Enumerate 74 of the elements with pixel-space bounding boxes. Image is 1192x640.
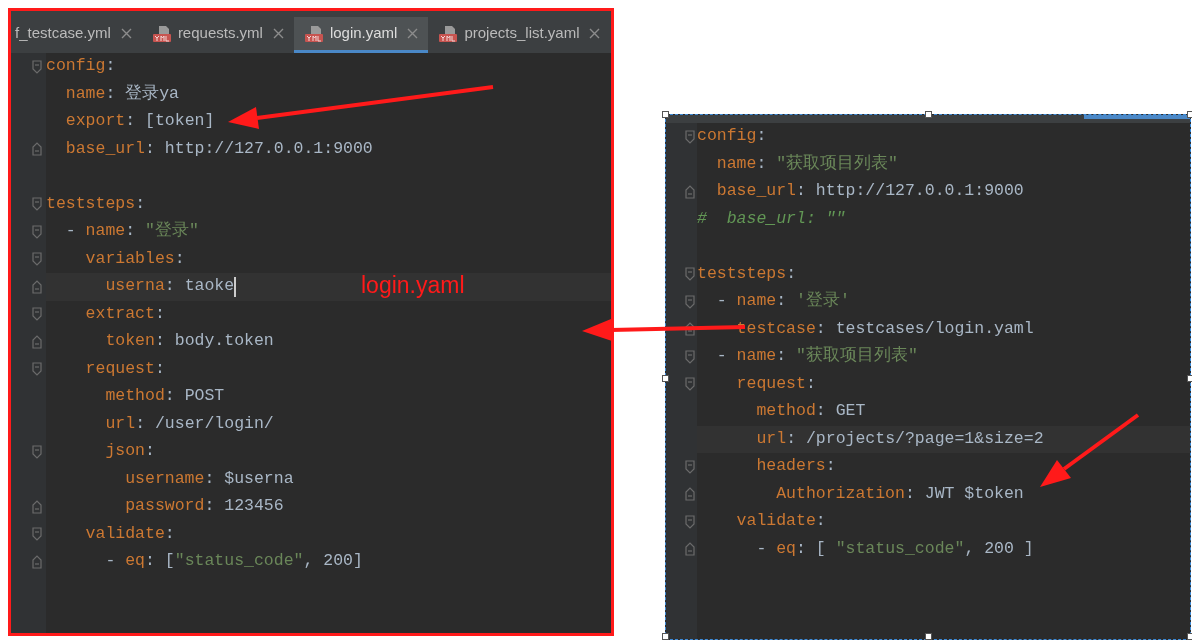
code-line: validate: (736, 510, 826, 533)
code-line: method: POST (105, 385, 225, 408)
code-line: token: body.token (105, 330, 274, 353)
fold-icon[interactable] (685, 459, 695, 474)
code-line: # base_url: "" (697, 207, 846, 230)
code-line: url: /user/login/ (105, 412, 274, 435)
fold-icon[interactable] (32, 362, 42, 377)
file-tab[interactable]: login.yaml (293, 17, 429, 53)
fold-icon[interactable] (685, 542, 695, 557)
file-tab[interactable]: requests.yml (141, 17, 294, 53)
code-line: request: (736, 372, 816, 395)
fold-icon[interactable] (32, 334, 42, 349)
code-line: variables: (85, 247, 185, 270)
code-line: extract: (85, 302, 165, 325)
code-line: username: $userna (125, 467, 294, 490)
code-line: name: 登录ya (65, 82, 180, 105)
selection-handle[interactable] (925, 633, 932, 640)
fold-icon[interactable] (32, 279, 42, 294)
annotation-label: login.yaml (361, 271, 465, 300)
selection-handle[interactable] (1187, 111, 1192, 118)
fold-icon[interactable] (32, 224, 42, 239)
code-line: - name: "获取项目列表" (716, 345, 918, 368)
code-line: Authorization: JWT $token (776, 482, 1024, 505)
code-line: request: (85, 357, 165, 380)
fold-icon[interactable] (685, 322, 695, 337)
code-line: userna: taoke (105, 275, 235, 298)
fold-icon[interactable] (32, 499, 42, 514)
code-line: teststeps: (46, 192, 146, 215)
code-line: base_url: http://127.0.0.1:9000 (716, 180, 1024, 203)
code-line: password: 123456 (125, 495, 284, 518)
fold-icon[interactable] (685, 267, 695, 282)
code-line: base_url: http://127.0.0.1:9000 (65, 137, 373, 160)
code-line: name: "获取项目列表" (716, 152, 899, 175)
fold-icon[interactable] (32, 252, 42, 267)
fold-icon[interactable] (32, 197, 42, 212)
code-line: testcase: testcases/login.yaml (736, 317, 1034, 340)
code-line: - eq: [ "status_code", 200 ] (756, 537, 1034, 560)
fold-icon[interactable] (32, 554, 42, 569)
code-line: method: GET (756, 400, 866, 423)
code-line: export: [token] (65, 110, 215, 133)
close-icon[interactable] (589, 28, 601, 39)
selection-handle[interactable] (925, 111, 932, 118)
code-line: - name: '登录' (716, 290, 850, 313)
fold-icon[interactable] (32, 59, 42, 74)
code-line: url: /projects/?page=1&size=2 (756, 427, 1044, 450)
selection-handle[interactable] (662, 633, 669, 640)
close-icon[interactable] (272, 28, 284, 39)
code-line: headers: (756, 455, 836, 478)
fold-icon[interactable] (32, 142, 42, 157)
selection-handle[interactable] (1187, 375, 1192, 382)
fold-icon[interactable] (685, 184, 695, 199)
fold-icon[interactable] (685, 349, 695, 364)
fold-icon[interactable] (32, 307, 42, 322)
code-line: config: (697, 125, 767, 148)
close-icon[interactable] (120, 28, 132, 39)
selection-handle[interactable] (1187, 633, 1192, 640)
fold-icon[interactable] (685, 294, 695, 309)
file-tab[interactable]: f_testcase.yml (11, 17, 142, 53)
code-line: - eq: ["status_code", 200] (105, 550, 363, 573)
selection-handle[interactable] (662, 111, 669, 118)
fold-icon[interactable] (685, 514, 695, 529)
fold-icon[interactable] (685, 487, 695, 502)
code-line: - name: "登录" (65, 220, 199, 243)
fold-icon[interactable] (32, 527, 42, 542)
selection-handle[interactable] (662, 375, 669, 382)
code-line: json: (105, 440, 155, 463)
file-tab[interactable]: projects_list.yaml (428, 17, 611, 53)
fold-icon[interactable] (685, 129, 695, 144)
fold-icon[interactable] (32, 444, 42, 459)
fold-icon[interactable] (685, 377, 695, 392)
code-line: teststeps: (697, 262, 797, 285)
close-icon[interactable] (407, 28, 419, 39)
code-line: config: (46, 55, 116, 78)
code-line: validate: (85, 522, 175, 545)
